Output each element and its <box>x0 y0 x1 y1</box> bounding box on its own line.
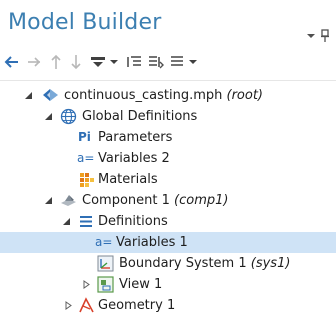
tree-node-label: continuous_casting.mph (root) <box>64 88 264 103</box>
list-options-icon[interactable] <box>170 53 198 71</box>
parameters-icon: Pi <box>78 130 91 144</box>
tree-node-label: Boundary System 1 (sys1) <box>119 256 291 271</box>
pin-icon[interactable] <box>320 29 330 43</box>
tree-node-materials[interactable]: Materials <box>0 169 336 190</box>
tree-node-variables-2[interactable]: a= Variables 2 <box>0 148 336 169</box>
panel-header: Model Builder <box>0 0 336 48</box>
tree-node-label: Geometry 1 <box>98 298 176 313</box>
view-icon <box>97 276 114 293</box>
tree-node-component-1[interactable]: Component 1 (comp1) <box>0 190 336 211</box>
geometry-icon <box>79 297 94 313</box>
globe-icon <box>60 108 77 125</box>
collapsed-arrow-icon[interactable] <box>64 301 73 310</box>
tree-node-boundary-system-1[interactable]: Boundary System 1 (sys1) <box>0 253 336 274</box>
definitions-icon <box>80 216 92 227</box>
variables-icon: a= <box>95 235 113 249</box>
tree-node-variables-1[interactable]: a= Variables 1 <box>0 232 336 253</box>
expand-all-icon[interactable] <box>126 53 142 71</box>
model-tree: continuous_casting.mph (root) Global Def… <box>0 80 336 331</box>
tree-node-geometry-1[interactable]: Geometry 1 <box>0 295 336 316</box>
show-options-icon[interactable] <box>90 53 118 71</box>
tree-node-definitions[interactable]: Definitions <box>0 211 336 232</box>
tree-node-tag: (comp1) <box>174 193 229 208</box>
toolbar <box>0 50 336 74</box>
tree-node-view-1[interactable]: View 1 <box>0 274 336 295</box>
model-root-icon <box>43 89 58 101</box>
tree-node-label: Variables 2 <box>98 151 170 166</box>
boundary-system-icon <box>97 255 114 272</box>
tree-node-tag: (root) <box>226 88 264 103</box>
tree-node-label: Materials <box>98 172 158 187</box>
expanded-arrow-icon[interactable] <box>44 196 53 205</box>
materials-icon <box>80 173 94 187</box>
model-builder-panel: Model Builder continuous_casting.mph (ro… <box>0 0 336 331</box>
panel-title: Model Builder <box>8 10 162 35</box>
expanded-arrow-icon[interactable] <box>44 112 53 121</box>
tree-node-label: Variables 1 <box>116 235 188 250</box>
panel-menu-dropdown-icon[interactable] <box>306 32 316 40</box>
component-icon <box>61 195 76 206</box>
expanded-arrow-icon[interactable] <box>62 217 71 226</box>
arrow-right-icon[interactable] <box>26 53 42 71</box>
tree-node-label: Component 1 (comp1) <box>82 193 229 208</box>
tree-node-label: View 1 <box>119 277 163 292</box>
tree-node-tag: (sys1) <box>250 256 291 271</box>
collapsed-arrow-icon[interactable] <box>82 280 91 289</box>
tree-node-global-definitions[interactable]: Global Definitions <box>0 106 336 127</box>
tree-node-label: Parameters <box>98 130 173 145</box>
tree-node-parameters[interactable]: Pi Parameters <box>0 127 336 148</box>
arrow-up-icon[interactable] <box>50 53 62 71</box>
expanded-arrow-icon[interactable] <box>24 91 33 100</box>
tree-node-root[interactable]: continuous_casting.mph (root) <box>0 85 336 106</box>
arrow-left-icon[interactable] <box>4 53 20 71</box>
arrow-down-icon[interactable] <box>70 53 82 71</box>
variables-icon: a= <box>77 151 95 165</box>
collapse-all-icon[interactable] <box>148 53 164 71</box>
tree-node-label: Definitions <box>98 214 168 229</box>
tree-node-label: Global Definitions <box>82 109 198 124</box>
